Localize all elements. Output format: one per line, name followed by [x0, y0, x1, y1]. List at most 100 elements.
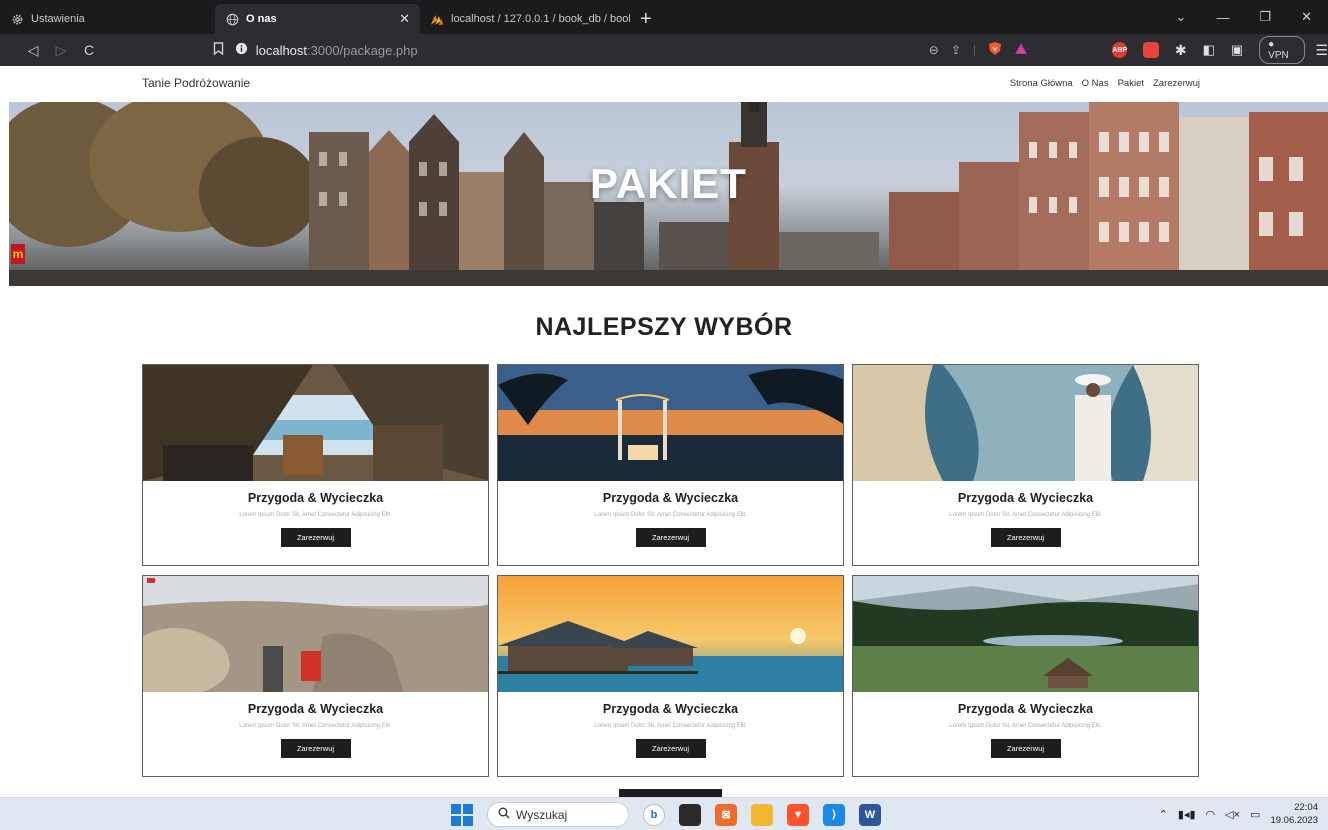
bookmark-icon[interactable] — [213, 42, 235, 58]
package-card: Przygoda & Wycieczka Lorem Ipsum Dolor S… — [142, 364, 489, 566]
package-description: Lorem Ipsum Dolor Sit, Amet Consectetur … — [239, 512, 392, 518]
vpn-button[interactable]: ● VPN — [1259, 36, 1306, 64]
menu-item-about[interactable]: O Nas — [1082, 78, 1109, 89]
vpn-label: VPN — [1268, 50, 1289, 61]
battery-icon[interactable]: ▭ — [1250, 808, 1260, 821]
main-menu: Strona Główna O Nas Pakiet Zarezerwuj — [1010, 78, 1200, 89]
xampp-icon[interactable]: ⊠ — [715, 803, 737, 826]
info-icon[interactable] — [235, 42, 248, 58]
package-image-beach-dinner — [498, 365, 843, 481]
brave-browser-icon[interactable]: ▼ — [787, 803, 809, 826]
chevron-down-icon[interactable]: ⌄ — [1176, 9, 1187, 25]
tab-o-nas[interactable]: O nas ✕ — [215, 4, 420, 34]
clock-date: 19.06.2023 — [1270, 815, 1318, 826]
new-tab-button[interactable]: + — [630, 4, 652, 34]
zoom-icon[interactable]: ⊖ — [929, 43, 939, 57]
address-bar[interactable]: localhost:3000/package.php ⊖ ⇪ | — [235, 38, 1042, 62]
puzzle-icon[interactable]: ✱ — [1175, 42, 1187, 59]
clock[interactable]: 22:04 19.06.2023 — [1270, 801, 1318, 827]
volume-muted-icon[interactable]: ◁× — [1225, 808, 1240, 821]
menu-icon[interactable]: ☰ — [1315, 42, 1328, 59]
app-tray-icon[interactable]: ▮◂▮ — [1178, 808, 1196, 821]
package-title: Przygoda & Wycieczka — [602, 702, 739, 716]
package-image-water-villa — [498, 576, 843, 692]
phpmyadmin-icon — [430, 12, 444, 26]
reload-icon[interactable]: C — [78, 42, 100, 59]
file-explorer-icon[interactable] — [751, 803, 773, 826]
extensions-area: ABP ✱ ◧ ▣ ● VPN ☰ — [1042, 36, 1328, 64]
book-button[interactable]: Zarezerwuj — [280, 528, 351, 547]
package-image-cliff-traveler — [853, 365, 1198, 481]
clock-time: 22:04 — [1294, 802, 1318, 813]
restore-icon[interactable]: ❐ — [1259, 9, 1271, 25]
system-tray: ⌃ ▮◂▮ ◠ ◁× ▭ 22:04 19.06.2023 — [1159, 801, 1318, 827]
url-host: localhost — [255, 42, 308, 58]
package-title: Przygoda & Wycieczka — [957, 491, 1094, 505]
menu-item-package[interactable]: Pakiet — [1118, 78, 1144, 89]
brave-rewards-icon[interactable] — [1014, 42, 1028, 58]
mcdonalds-sign-icon: m — [11, 244, 25, 264]
search-placeholder: Wyszukaj — [516, 807, 568, 822]
package-image-safari-tent — [143, 365, 488, 481]
forward-icon[interactable]: ▷ — [50, 42, 72, 59]
package-title: Przygoda & Wycieczka — [247, 702, 384, 716]
package-card: Przygoda & Wycieczka Lorem Ipsum Dolor S… — [497, 364, 844, 566]
close-tab-icon[interactable]: ✕ — [399, 11, 410, 27]
share-icon[interactable]: ⇪ — [951, 43, 961, 57]
wifi-icon[interactable]: ◠ — [1206, 808, 1216, 821]
task-view-icon[interactable] — [679, 803, 701, 826]
sidebar-icon[interactable]: ◧ — [1203, 42, 1215, 58]
browser-toolbar: ◁ ▷ C localhost:3000/package.php ⊖ ⇪ | A… — [0, 34, 1328, 66]
extension-icon[interactable] — [1143, 42, 1159, 58]
bing-icon[interactable]: b — [643, 803, 665, 826]
package-image-mountain-lake — [853, 576, 1198, 692]
back-icon[interactable]: ◁ — [22, 42, 44, 59]
package-description: Lorem Ipsum Dolor Sit, Amet Consectetur … — [949, 723, 1102, 729]
site-header: Tanie Podróżowanie Strona Główna O Nas P… — [0, 66, 1328, 102]
gear-icon — [10, 12, 24, 26]
package-description: Lorem Ipsum Dolor Sit, Amet Consectetur … — [594, 512, 747, 518]
menu-item-book[interactable]: Zarezerwuj — [1153, 78, 1200, 89]
close-window-icon[interactable]: ✕ — [1301, 9, 1312, 25]
hero-banner: m PAKIET — [9, 102, 1328, 286]
wallet-icon[interactable]: ▣ — [1231, 42, 1243, 58]
adblock-icon[interactable]: ABP — [1112, 42, 1128, 58]
tab-settings[interactable]: Ustawienia — [0, 4, 215, 34]
url-path: :3000/package.php — [307, 42, 418, 58]
word-icon[interactable]: W — [859, 803, 881, 826]
brave-shield-icon[interactable] — [988, 41, 1002, 59]
book-button[interactable]: Zarezerwuj — [635, 528, 706, 547]
package-card: Przygoda & Wycieczka Lorem Ipsum Dolor S… — [497, 575, 844, 777]
package-card: Przygoda & Wycieczka Lorem Ipsum Dolor S… — [142, 575, 489, 777]
browser-tab-bar: Ustawienia O nas ✕ localhost / 127.0.0.1… — [0, 0, 1328, 34]
package-description: Lorem Ipsum Dolor Sit, Amet Consectetur … — [239, 723, 392, 729]
package-title: Przygoda & Wycieczka — [602, 491, 739, 505]
tab-phpmyadmin[interactable]: localhost / 127.0.0.1 / book_db / book — [420, 4, 630, 34]
package-grid: Przygoda & Wycieczka Lorem Ipsum Dolor S… — [142, 364, 1200, 777]
vscode-icon[interactable]: ⟩ — [823, 803, 845, 826]
book-button[interactable]: Zarezerwuj — [635, 739, 706, 758]
search-icon — [498, 807, 510, 822]
minimize-icon[interactable]: — — [1216, 10, 1229, 25]
tab-label: localhost / 127.0.0.1 / book_db / book — [451, 13, 630, 25]
package-description: Lorem Ipsum Dolor Sit, Amet Consectetur … — [949, 512, 1102, 518]
start-button[interactable] — [451, 803, 473, 826]
package-description: Lorem Ipsum Dolor Sit, Amet Consectetur … — [594, 723, 747, 729]
book-button[interactable]: Zarezerwuj — [990, 528, 1061, 547]
hero-title: PAKIET — [590, 160, 747, 207]
book-button[interactable]: Zarezerwuj — [280, 739, 351, 758]
menu-item-home[interactable]: Strona Główna — [1010, 78, 1073, 89]
package-image-cappadocia — [143, 576, 488, 692]
book-button[interactable]: Zarezerwuj — [990, 739, 1061, 758]
taskbar-search[interactable]: Wyszukaj — [487, 802, 629, 827]
tab-label: O nas — [246, 13, 277, 25]
chevron-up-icon[interactable]: ⌃ — [1159, 808, 1168, 821]
window-controls: ⌄ — ❐ ✕ — [1176, 0, 1328, 34]
tab-label: Ustawienia — [31, 13, 85, 25]
load-more-button[interactable] — [619, 789, 722, 797]
brand-logo[interactable]: Tanie Podróżowanie — [142, 76, 250, 90]
package-card: Przygoda & Wycieczka Lorem Ipsum Dolor S… — [852, 575, 1199, 777]
package-title: Przygoda & Wycieczka — [247, 491, 384, 505]
windows-taskbar: Wyszukaj b ⊠ ▼ ⟩ W ⌃ ▮◂▮ ◠ ◁× ▭ 22:04 19… — [0, 797, 1328, 830]
globe-icon — [225, 12, 239, 26]
